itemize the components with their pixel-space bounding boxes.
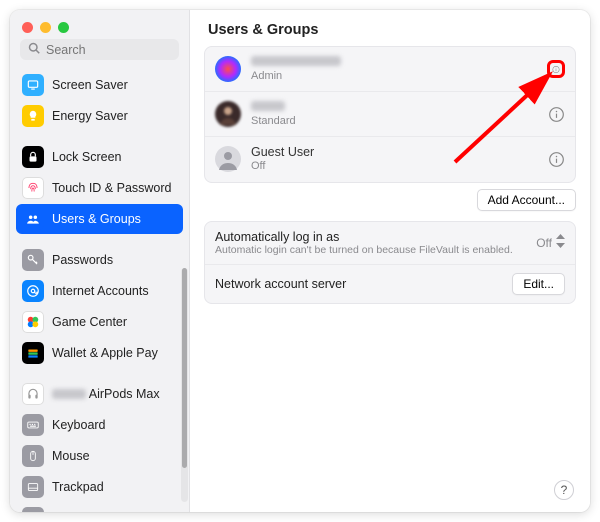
sidebar-item-label: Passwords: [52, 253, 113, 268]
sidebar-item-printers-scanners[interactable]: Printers & Scanners: [16, 503, 183, 512]
auto-login-row: Automatically log in as Automatic login …: [205, 222, 575, 265]
auto-login-label: Automatically log in as: [215, 230, 536, 244]
sidebar-item-passwords[interactable]: Passwords: [16, 245, 183, 275]
sidebar-item-label: Touch ID & Password: [52, 181, 172, 196]
page-title: Users & Groups: [190, 10, 590, 46]
sidebar-item-label: Internet Accounts: [52, 284, 149, 299]
user-row: Admin: [205, 47, 575, 92]
sidebar-item-label: AirPods Max: [52, 387, 160, 402]
headphones-icon: [22, 383, 44, 405]
sidebar-item-screen-saver[interactable]: Screen Saver: [16, 70, 183, 100]
screensaver-icon: [22, 74, 44, 96]
search-field[interactable]: [20, 39, 179, 60]
search-input[interactable]: [46, 43, 171, 57]
user-info-button[interactable]: [547, 105, 565, 123]
user-info-button[interactable]: [547, 60, 565, 78]
add-account-button[interactable]: Add Account...: [477, 189, 576, 211]
edit-network-button[interactable]: Edit...: [512, 273, 565, 295]
sidebar-item-trackpad[interactable]: Trackpad: [16, 472, 183, 502]
sidebar-item-game-center[interactable]: Game Center: [16, 307, 183, 337]
sidebar: Screen Saver Energy Saver Lock Screen Touch…: [10, 10, 190, 512]
sidebar-item-users-groups[interactable]: Users & Groups: [16, 204, 183, 234]
user-role: Standard: [251, 115, 547, 128]
bulb-icon: [22, 105, 44, 127]
close-window-button[interactable]: [22, 22, 33, 33]
sidebar-item-label: Mouse: [52, 449, 90, 464]
sidebar-item-label: Wallet & Apple Pay: [52, 346, 158, 361]
minimize-window-button[interactable]: [40, 22, 51, 33]
auto-login-value[interactable]: Off: [536, 234, 565, 251]
trackpad-icon: [22, 476, 44, 498]
sidebar-item-internet-accounts[interactable]: Internet Accounts: [16, 276, 183, 306]
fullscreen-window-button[interactable]: [58, 22, 69, 33]
keyboard-icon: [22, 414, 44, 436]
sidebar-item-label: Energy Saver: [52, 109, 128, 124]
sidebar-item-wallet-apple-pay[interactable]: Wallet & Apple Pay: [16, 338, 183, 368]
user-row: Standard: [205, 92, 575, 137]
user-avatar: [215, 146, 241, 172]
help-button[interactable]: ?: [554, 480, 574, 500]
key-icon: [22, 249, 44, 271]
user-avatar: [215, 56, 241, 82]
people-icon: [22, 208, 44, 230]
user-row: Guest UserOff: [205, 137, 575, 181]
sidebar-item-label: Game Center: [52, 315, 127, 330]
sidebar-item-label: Lock Screen: [52, 150, 121, 165]
fingerprint-icon: [22, 177, 44, 199]
login-panel: Automatically log in as Automatic login …: [204, 221, 576, 304]
search-icon: [28, 42, 46, 57]
auto-login-sub: Automatic login can't be turned on becau…: [215, 244, 536, 256]
users-panel: Admin Standard Guest UserOff: [204, 46, 576, 183]
mouse-icon: [22, 445, 44, 467]
network-account-row: Network account server Edit...: [205, 265, 575, 303]
sidebar-item-mouse[interactable]: Mouse: [16, 441, 183, 471]
sidebar-item-lock-screen[interactable]: Lock Screen: [16, 142, 183, 172]
sidebar-item-energy-saver[interactable]: Energy Saver: [16, 101, 183, 131]
user-avatar: [215, 101, 241, 127]
sidebar-item-airpods-max[interactable]: AirPods Max: [16, 379, 183, 409]
traffic-lights: [10, 10, 189, 39]
user-name: [251, 55, 547, 70]
sidebar-item-label: Keyboard: [52, 418, 106, 433]
stepper-icon: [556, 234, 565, 251]
sidebar-item-label: Printers & Scanners: [52, 511, 163, 513]
lock-icon: [22, 146, 44, 168]
wallet-icon: [22, 342, 44, 364]
settings-window: Screen Saver Energy Saver Lock Screen Touch…: [10, 10, 590, 512]
sidebar-item-label: Users & Groups: [52, 212, 141, 227]
user-role: Admin: [251, 70, 547, 83]
printer-icon: [22, 507, 44, 512]
user-name: Guest User: [251, 145, 547, 160]
sidebar-item-touch-id-password[interactable]: Touch ID & Password: [16, 173, 183, 203]
at-icon: [22, 280, 44, 302]
sidebar-item-label: Trackpad: [52, 480, 104, 495]
network-account-label: Network account server: [215, 277, 512, 291]
user-name: [251, 100, 547, 115]
main-panel: Users & Groups AdminStandardGuest UserOf…: [190, 10, 590, 512]
sidebar-scrollbar-thumb[interactable]: [182, 268, 187, 468]
sidebar-scrollbar[interactable]: [181, 268, 188, 502]
sidebar-list: Screen Saver Energy Saver Lock Screen Touch…: [10, 68, 189, 512]
sidebar-item-keyboard[interactable]: Keyboard: [16, 410, 183, 440]
user-role: Off: [251, 160, 547, 173]
game-icon: [22, 311, 44, 333]
user-info-button[interactable]: [547, 150, 565, 168]
sidebar-item-label: Screen Saver: [52, 78, 128, 93]
